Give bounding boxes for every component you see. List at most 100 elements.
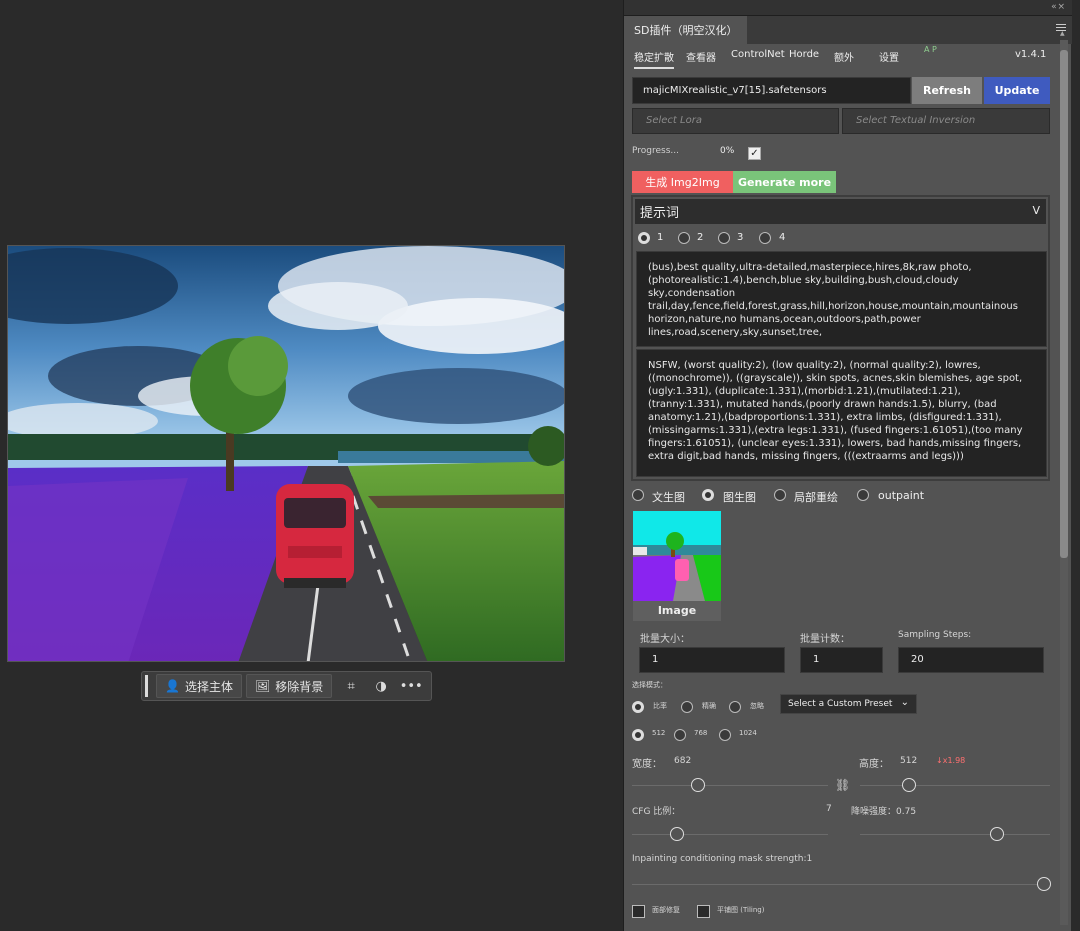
mask-strength-label: Inpainting conditioning mask strength:1 [632,854,813,864]
update-button[interactable]: Update [984,77,1050,104]
prompt-section: 提示词 V 1 2 3 4 (bus),best quality,ultra-d… [631,195,1050,481]
denoise-label: 降噪强度：0.75 [851,807,917,817]
prompt-header[interactable]: 提示词 V [635,199,1046,224]
generate-img2img-button[interactable]: 生成 Img2Img [632,171,733,193]
sampling-steps-label: Sampling Steps: [898,630,972,640]
scrollbar-thumb[interactable] [1060,50,1068,558]
denoise-slider-thumb[interactable] [990,827,1004,841]
mode-img2img-radio[interactable] [702,489,714,501]
refresh-button[interactable]: Refresh [912,77,982,104]
prompt-tab-2-label: 2 [697,232,704,243]
more-icon[interactable]: ••• [396,674,426,698]
image-icon: 🖼 [254,679,271,693]
mode-img2img-label: 图生图 [723,491,756,504]
tiling-label: 平铺图 (Tiling) [717,906,765,914]
drag-handle[interactable] [145,675,148,697]
mode-ignore-radio[interactable] [729,701,741,713]
width-slider-track[interactable] [632,785,828,786]
mode-precise-radio[interactable] [681,701,693,713]
image-caption: Image [633,601,721,621]
negative-prompt-textarea[interactable]: NSFW, (worst quality:2), (low quality:2)… [636,349,1047,477]
contextual-task-bar: 👤 选择主体 🖼 移除背景 ⌗ ◑ ••• [141,671,432,701]
panel-scrollbar[interactable]: ▲ [1060,30,1068,925]
nav-controlnet[interactable]: ControlNet [731,49,785,60]
sampling-steps-input[interactable]: 20 [898,647,1044,673]
nav-stable-diffusion[interactable]: 稳定扩散 [634,49,674,69]
width-slider-thumb[interactable] [691,778,705,792]
batch-count-label: 批量计数： [800,634,850,645]
nav-viewer[interactable]: 查看器 [686,49,716,64]
nav-settings[interactable]: 设置 [879,49,899,64]
generate-more-button[interactable]: Generate more [733,171,836,193]
size-1024-label: 1024 [739,729,757,737]
remove-background-button[interactable]: 🖼 移除背景 [245,674,333,698]
denoise-slider-track[interactable] [860,834,1050,835]
batch-size-input[interactable]: 1 [639,647,785,673]
mode-inpaint-label: 局部重绘 [794,491,838,504]
preset-label: Select a Custom Preset [788,699,893,709]
height-slider-track[interactable] [860,785,1050,786]
size-768-label: 768 [694,729,708,737]
progress-value: 0% [720,146,735,156]
custom-preset-select[interactable]: Select a Custom Preset ⌄ [780,694,917,714]
model-select[interactable]: majicMIXrealistic_v7[15].safetensors [632,77,911,104]
segmentation-map [633,511,721,601]
sd-plugin-panel: « × SD插件（明空汉化） 稳定扩散 查看器 ControlNet Horde… [623,0,1072,931]
select-textual-inversion[interactable]: Select Textual Inversion [842,108,1050,134]
face-fix-checkbox[interactable]: ✓ [632,905,645,918]
panel-tab-row: SD插件（明空汉化） [624,16,1072,44]
prompt-tab-1-label: 1 [657,232,664,243]
mode-txt2img-radio[interactable] [632,489,644,501]
scale-note: ↓x1.98 [936,756,966,765]
document-canvas: 👤 选择主体 🖼 移除背景 ⌗ ◑ ••• [0,0,622,931]
mode-ratio-radio[interactable] [632,701,644,713]
size-512-radio[interactable] [632,729,644,741]
prompt-tab-1-radio[interactable] [638,232,650,244]
init-image-thumbnail[interactable]: Image [633,511,721,621]
select-lora[interactable]: Select Lora [632,108,839,134]
tiling-checkbox[interactable]: ✓ [697,905,710,918]
positive-prompt-textarea[interactable]: (bus),best quality,ultra-detailed,master… [636,251,1047,347]
prompt-tab-4-radio[interactable] [759,232,771,244]
scroll-up-icon[interactable]: ▲ [1060,30,1065,37]
progress-checkbox[interactable]: ✓ [748,147,761,160]
prompt-tab-2-radio[interactable] [678,232,690,244]
person-icon: 👤 [165,679,180,693]
adjustment-icon[interactable]: ◑ [366,674,396,698]
mode-outpaint-label: outpaint [878,489,925,502]
mask-strength-slider-track[interactable] [632,884,1050,885]
panel-top-bar: « × [624,0,1072,16]
plugin-nav: 稳定扩散 查看器 ControlNet Horde 额外 设置 A P v1.4… [624,44,1072,69]
batch-count-input[interactable]: 1 [800,647,883,673]
bus-lavender-photo [8,246,564,661]
nav-ap[interactable]: A P [924,45,937,54]
size-768-radio[interactable] [674,729,686,741]
select-mode-label: 选择模式： [632,681,667,689]
height-slider-thumb[interactable] [902,778,916,792]
panel-tab[interactable]: SD插件（明空汉化） [624,16,748,44]
prompt-title: 提示词 [640,206,680,221]
nav-extra[interactable]: 额外 [834,49,854,64]
version-label: v1.4.1 [1015,49,1047,60]
size-512-label: 512 [652,729,666,737]
nav-horde[interactable]: Horde [789,49,819,60]
link-icon[interactable]: ⛓ [835,778,850,792]
collapse-icon[interactable]: « × [1051,2,1065,12]
crop-icon[interactable]: ⌗ [336,674,366,698]
mode-ratio-label: 比率 [653,702,667,710]
prompt-tab-3-label: 3 [737,232,744,243]
cfg-slider-thumb[interactable] [670,827,684,841]
cfg-label: CFG 比例： [632,807,681,817]
mode-outpaint-radio[interactable] [857,489,869,501]
mode-inpaint-radio[interactable] [774,489,786,501]
select-subject-button[interactable]: 👤 选择主体 [156,674,242,698]
size-1024-radio[interactable] [719,729,731,741]
mode-txt2img-label: 文生图 [652,491,685,504]
cfg-slider-track[interactable] [632,834,828,835]
prompt-tab-4-label: 4 [779,232,786,243]
canvas-image[interactable] [7,245,565,662]
width-label: 宽度： [632,759,662,770]
chevron-down-icon: ⌄ [900,697,909,708]
mask-strength-slider-thumb[interactable] [1037,877,1051,891]
prompt-tab-3-radio[interactable] [718,232,730,244]
